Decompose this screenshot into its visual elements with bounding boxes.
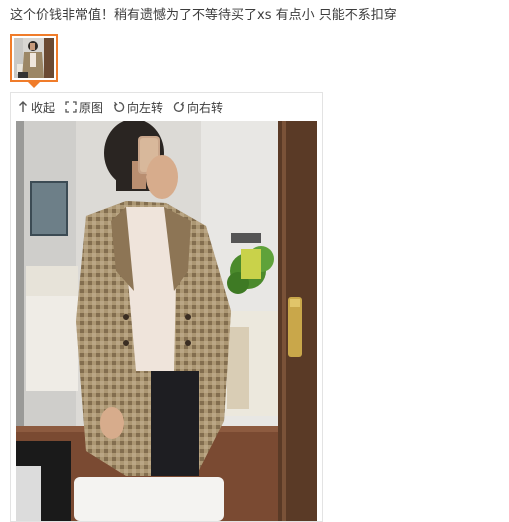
collapse-label: 收起 [31,100,56,115]
rotate-left-icon [113,101,125,113]
collapse-button[interactable]: 收起 [17,99,55,116]
rotate-left-label: 向左转 [127,100,164,115]
original-image-label: 原图 [79,100,104,115]
rotate-right-icon [173,101,185,113]
fullscreen-icon [65,101,77,113]
rotate-right-button[interactable]: 向右转 [173,99,223,116]
review-text: 这个价钱非常值！稍有遗憾为了不等待买了xs 有点小 只能不系扣穿 [10,8,397,23]
photo-viewer: 收起 原图 向左转 向右转 [10,92,323,522]
thumbnail-image [14,38,54,78]
review-photo[interactable] [16,121,317,521]
rotate-left-button[interactable]: 向左转 [113,99,163,116]
collapse-arrow-icon [17,101,29,113]
rotate-right-label: 向右转 [187,100,224,115]
photo-thumbnail[interactable] [10,34,58,82]
thumbnail-pointer-icon [28,82,40,88]
viewer-toolbar: 收起 原图 向左转 向右转 [11,93,322,121]
original-image-button[interactable]: 原图 [65,99,103,116]
